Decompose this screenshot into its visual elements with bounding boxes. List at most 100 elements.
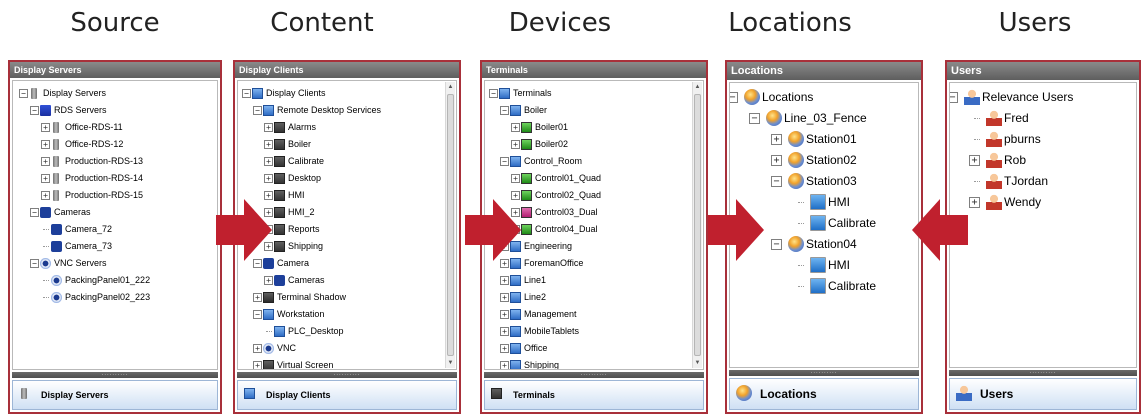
collapse-icon[interactable]: − bbox=[500, 157, 509, 166]
tree-node[interactable]: + Office-RDS-11 bbox=[15, 119, 217, 136]
tree-node[interactable]: PackingPanel01_222 bbox=[15, 272, 217, 289]
tree-node[interactable]: − Cameras bbox=[15, 204, 217, 221]
splitter-handle[interactable]: .......... bbox=[12, 371, 218, 378]
tree-node[interactable]: pburns bbox=[952, 129, 1136, 150]
tree-node[interactable]: + Alarms bbox=[240, 119, 456, 136]
tree-node[interactable]: − Station03 bbox=[732, 171, 918, 192]
expand-icon[interactable]: + bbox=[253, 344, 262, 353]
tree-node[interactable]: + Boiler01 bbox=[487, 119, 703, 136]
tree-node[interactable]: − Relevance Users bbox=[950, 87, 1136, 108]
tree-node[interactable]: − Display Clients bbox=[240, 85, 456, 102]
collapse-icon[interactable]: − bbox=[500, 106, 509, 115]
tree-node[interactable]: Fred bbox=[952, 108, 1136, 129]
tree-node[interactable]: + Virtual Screen bbox=[240, 357, 456, 369]
tree-node[interactable]: + Station02 bbox=[732, 150, 918, 171]
tree-node[interactable]: + MobileTablets bbox=[487, 323, 703, 340]
expand-icon[interactable]: + bbox=[500, 293, 509, 302]
collapse-icon[interactable]: − bbox=[489, 89, 498, 98]
tree-node[interactable]: Camera_72 bbox=[15, 221, 217, 238]
expand-icon[interactable]: + bbox=[41, 123, 50, 132]
users-footer-button[interactable]: Users bbox=[949, 378, 1137, 410]
tree-node[interactable]: + Management bbox=[487, 306, 703, 323]
tree-node[interactable]: TJordan bbox=[952, 171, 1136, 192]
expand-icon[interactable]: + bbox=[500, 361, 509, 369]
collapse-icon[interactable]: − bbox=[950, 92, 958, 103]
tree-node[interactable]: + Rob bbox=[952, 150, 1136, 171]
expand-icon[interactable]: + bbox=[264, 157, 273, 166]
tree-node[interactable]: − Line_03_Fence bbox=[732, 108, 918, 129]
tree-node[interactable]: + Office-RDS-12 bbox=[15, 136, 217, 153]
expand-icon[interactable]: + bbox=[41, 140, 50, 149]
tree-node[interactable]: + Office bbox=[487, 340, 703, 357]
expand-icon[interactable]: + bbox=[41, 174, 50, 183]
expand-icon[interactable]: + bbox=[969, 197, 980, 208]
collapse-icon[interactable]: − bbox=[30, 259, 39, 268]
collapse-icon[interactable]: − bbox=[749, 113, 760, 124]
tree-node[interactable]: + Production-RDS-15 bbox=[15, 187, 217, 204]
tree-node[interactable]: PackingPanel02_223 bbox=[15, 289, 217, 306]
tree-node[interactable]: + Control01_Quad bbox=[487, 170, 703, 187]
display-clients-footer-button[interactable]: Display Clients bbox=[237, 380, 457, 410]
tree-node[interactable]: Calibrate bbox=[732, 276, 918, 297]
expand-icon[interactable]: + bbox=[500, 310, 509, 319]
tree-node[interactable]: + Calibrate bbox=[240, 153, 456, 170]
splitter-handle[interactable]: .......... bbox=[484, 371, 704, 378]
splitter-handle[interactable]: .......... bbox=[729, 369, 919, 376]
expand-icon[interactable]: + bbox=[264, 140, 273, 149]
expand-icon[interactable]: + bbox=[500, 344, 509, 353]
tree-node[interactable]: − Control_Room bbox=[487, 153, 703, 170]
tree-node[interactable]: − RDS Servers bbox=[15, 102, 217, 119]
collapse-icon[interactable]: − bbox=[30, 106, 39, 115]
expand-icon[interactable]: + bbox=[253, 293, 262, 302]
terminals-footer-button[interactable]: Terminals bbox=[484, 380, 704, 410]
collapse-icon[interactable]: − bbox=[242, 89, 251, 98]
tree-node[interactable]: + Station01 bbox=[732, 129, 918, 150]
tree-node[interactable]: − Terminals bbox=[487, 85, 703, 102]
collapse-icon[interactable]: − bbox=[253, 310, 262, 319]
expand-icon[interactable]: + bbox=[500, 276, 509, 285]
expand-icon[interactable]: + bbox=[264, 123, 273, 132]
splitter-handle[interactable]: .......... bbox=[949, 369, 1137, 376]
tree-node[interactable]: − Workstation bbox=[240, 306, 456, 323]
collapse-icon[interactable]: − bbox=[771, 239, 782, 250]
expand-icon[interactable]: + bbox=[511, 140, 520, 149]
tree-node[interactable]: + Production-RDS-13 bbox=[15, 153, 217, 170]
collapse-icon[interactable]: − bbox=[771, 176, 782, 187]
tree-node[interactable]: + Desktop bbox=[240, 170, 456, 187]
vertical-scrollbar[interactable]: ▲ ▼ bbox=[692, 82, 702, 368]
tree-node[interactable]: + Boiler02 bbox=[487, 136, 703, 153]
tree-node[interactable]: + Line1 bbox=[487, 272, 703, 289]
expand-icon[interactable]: + bbox=[771, 155, 782, 166]
tree-node[interactable]: − VNC Servers bbox=[15, 255, 217, 272]
collapse-icon[interactable]: − bbox=[253, 106, 262, 115]
tree-node[interactable]: − Remote Desktop Services bbox=[240, 102, 456, 119]
tree-node[interactable]: Camera_73 bbox=[15, 238, 217, 255]
tree-node[interactable]: + Wendy bbox=[952, 192, 1136, 213]
tree-node[interactable]: + VNC bbox=[240, 340, 456, 357]
expand-icon[interactable]: + bbox=[264, 276, 273, 285]
tree-node[interactable]: + Cameras bbox=[240, 272, 456, 289]
expand-icon[interactable]: + bbox=[500, 327, 509, 336]
tree-node[interactable]: − Locations bbox=[730, 87, 918, 108]
expand-icon[interactable]: + bbox=[41, 157, 50, 166]
tree-node[interactable]: + Boiler bbox=[240, 136, 456, 153]
expand-icon[interactable]: + bbox=[511, 174, 520, 183]
expand-icon[interactable]: + bbox=[41, 191, 50, 200]
tree-node[interactable]: + Terminal Shadow bbox=[240, 289, 456, 306]
expand-icon[interactable]: + bbox=[264, 174, 273, 183]
tree-node[interactable]: PLC_Desktop bbox=[240, 323, 456, 340]
collapse-icon[interactable]: − bbox=[730, 92, 738, 103]
display-servers-footer-button[interactable]: Display Servers bbox=[12, 380, 218, 410]
tree-node[interactable]: − Boiler bbox=[487, 102, 703, 119]
tree-node[interactable]: + Production-RDS-14 bbox=[15, 170, 217, 187]
collapse-icon[interactable]: − bbox=[19, 89, 28, 98]
expand-icon[interactable]: + bbox=[969, 155, 980, 166]
tree-node[interactable]: + Line2 bbox=[487, 289, 703, 306]
tree-node[interactable]: + Shipping bbox=[487, 357, 703, 369]
collapse-icon[interactable]: − bbox=[30, 208, 39, 217]
locations-footer-button[interactable]: Locations bbox=[729, 378, 919, 410]
tree-node[interactable]: − Display Servers bbox=[15, 85, 217, 102]
splitter-handle[interactable]: .......... bbox=[237, 371, 457, 378]
expand-icon[interactable]: + bbox=[253, 361, 262, 369]
vertical-scrollbar[interactable]: ▲ ▼ bbox=[445, 82, 455, 368]
